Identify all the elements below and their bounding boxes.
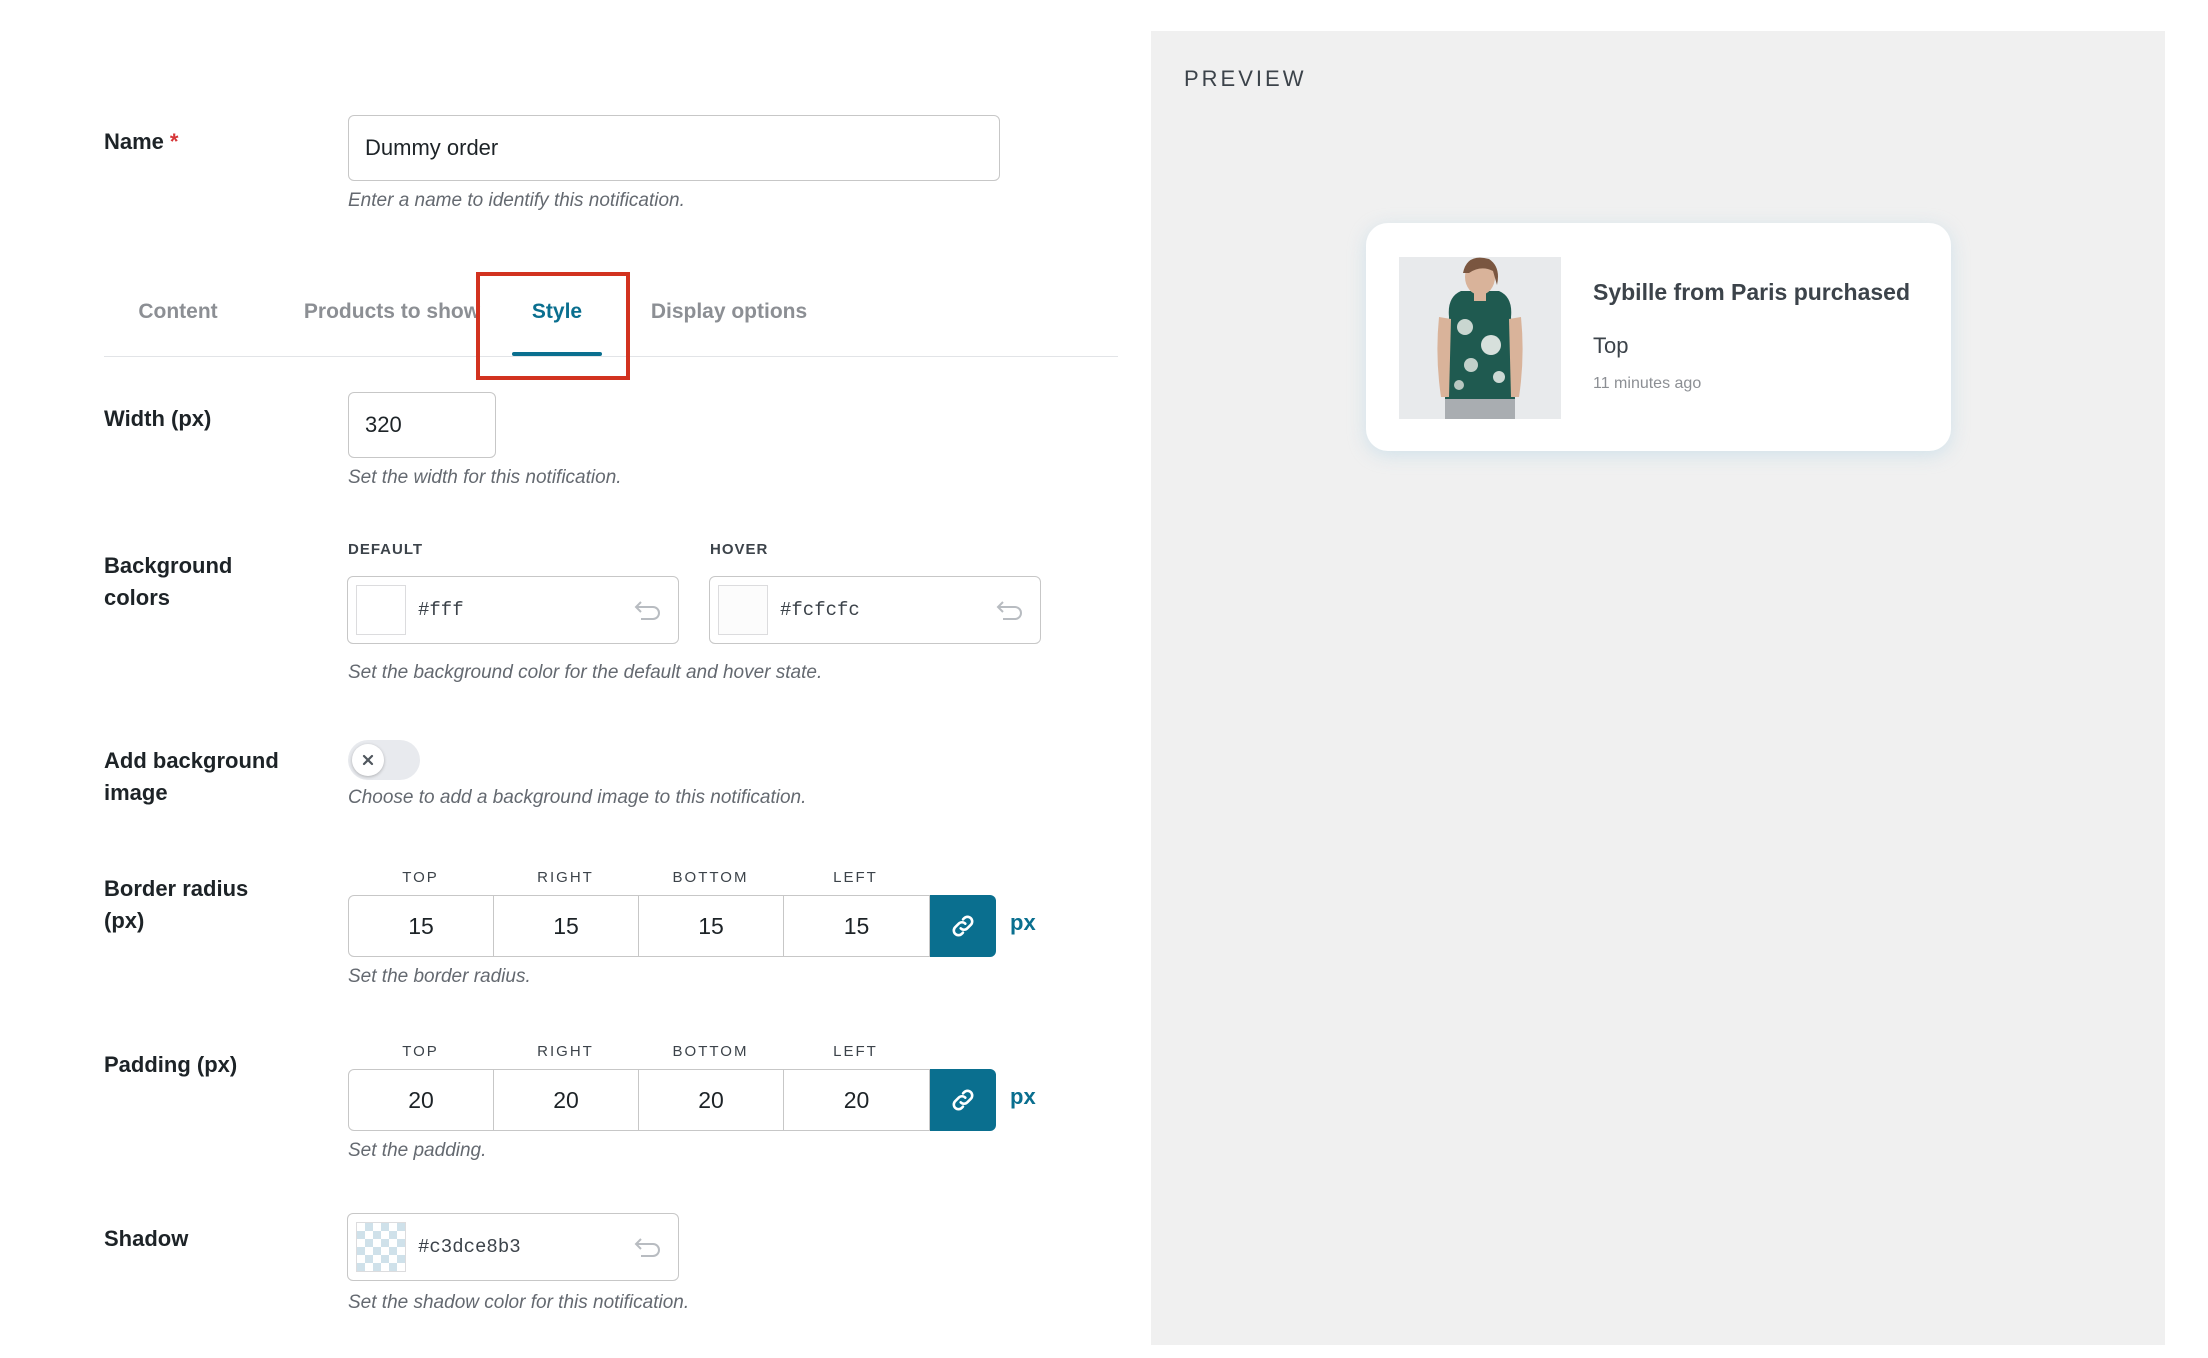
border-radius-unit[interactable]: px xyxy=(1010,910,1036,936)
background-colors-label: Background colors xyxy=(104,553,233,610)
default-color-value: #fff xyxy=(418,599,464,621)
shadow-color-picker[interactable]: #c3dce8b3 xyxy=(347,1213,679,1281)
background-image-help: Choose to add a background image to this… xyxy=(348,787,807,808)
link-icon xyxy=(952,915,974,937)
shadow-label: Shadow xyxy=(104,1226,189,1251)
border-radius-right-input[interactable]: 15 xyxy=(494,896,639,956)
border-radius-link-button[interactable] xyxy=(930,895,996,957)
style-tab-highlight xyxy=(476,272,630,380)
border-radius-inputs: 15 15 15 15 xyxy=(348,895,996,957)
undo-icon[interactable] xyxy=(630,1230,664,1264)
border-radius-help: Set the border radius. xyxy=(348,966,531,987)
name-input[interactable] xyxy=(348,115,1000,181)
default-color-swatch[interactable] xyxy=(356,585,406,635)
notification-preview-card: Sybille from Paris purchased Top 11 minu… xyxy=(1366,223,1951,451)
tab-content[interactable]: Content xyxy=(104,268,252,356)
product-photo-floral-top xyxy=(1399,257,1561,419)
default-color-picker[interactable]: #fff xyxy=(347,576,679,644)
close-icon xyxy=(362,754,374,766)
link-icon xyxy=(952,1089,974,1111)
padding-label: Padding (px) xyxy=(104,1052,238,1077)
padding-captions: TOP RIGHT BOTTOM LEFT xyxy=(402,1043,878,1060)
undo-icon[interactable] xyxy=(992,593,1026,627)
background-help: Set the background color for the default… xyxy=(348,662,823,683)
padding-right-input[interactable]: 20 xyxy=(494,1070,639,1130)
padding-inputs: 20 20 20 20 xyxy=(348,1069,996,1131)
notification-time: 11 minutes ago xyxy=(1593,375,1702,392)
padding-unit[interactable]: px xyxy=(1010,1084,1036,1110)
width-label: Width (px) xyxy=(104,406,212,431)
width-input[interactable] xyxy=(348,392,496,458)
preview-title: PREVIEW xyxy=(1184,66,1307,91)
name-help: Enter a name to identify this notificati… xyxy=(348,190,685,211)
padding-bottom-input[interactable]: 20 xyxy=(639,1070,784,1130)
border-radius-left-input[interactable]: 15 xyxy=(784,896,929,956)
default-caption: DEFAULT xyxy=(348,541,424,558)
padding-link-button[interactable] xyxy=(930,1069,996,1131)
shadow-color-value: #c3dce8b3 xyxy=(418,1236,521,1258)
shadow-help: Set the shadow color for this notificati… xyxy=(348,1292,690,1313)
notification-product: Top xyxy=(1593,333,1629,358)
padding-help: Set the padding. xyxy=(348,1140,487,1161)
hover-color-value: #fcfcfc xyxy=(780,599,860,621)
background-image-toggle[interactable] xyxy=(348,740,420,780)
shadow-color-swatch[interactable] xyxy=(356,1222,406,1272)
required-mark: * xyxy=(169,129,179,154)
border-radius-label: Border radius (px) xyxy=(104,876,249,933)
border-radius-bottom-input[interactable]: 15 xyxy=(639,896,784,956)
border-radius-captions: TOP RIGHT BOTTOM LEFT xyxy=(402,869,878,886)
padding-top-input[interactable]: 20 xyxy=(349,1070,494,1130)
width-help: Set the width for this notification. xyxy=(348,467,622,488)
hover-color-swatch[interactable] xyxy=(718,585,768,635)
toggle-knob xyxy=(352,744,384,776)
hover-caption: HOVER xyxy=(710,541,769,558)
undo-icon[interactable] xyxy=(630,593,664,627)
border-radius-top-input[interactable]: 15 xyxy=(349,896,494,956)
padding-left-input[interactable]: 20 xyxy=(784,1070,929,1130)
tab-display-options[interactable]: Display options xyxy=(634,268,824,356)
hover-color-picker[interactable]: #fcfcfc xyxy=(709,576,1041,644)
notification-title: Sybille from Paris purchased xyxy=(1593,279,1911,305)
tab-products-to-show[interactable]: Products to show xyxy=(276,268,508,356)
add-background-image-label: Add background image xyxy=(104,748,279,805)
name-label: Name * xyxy=(104,129,179,154)
